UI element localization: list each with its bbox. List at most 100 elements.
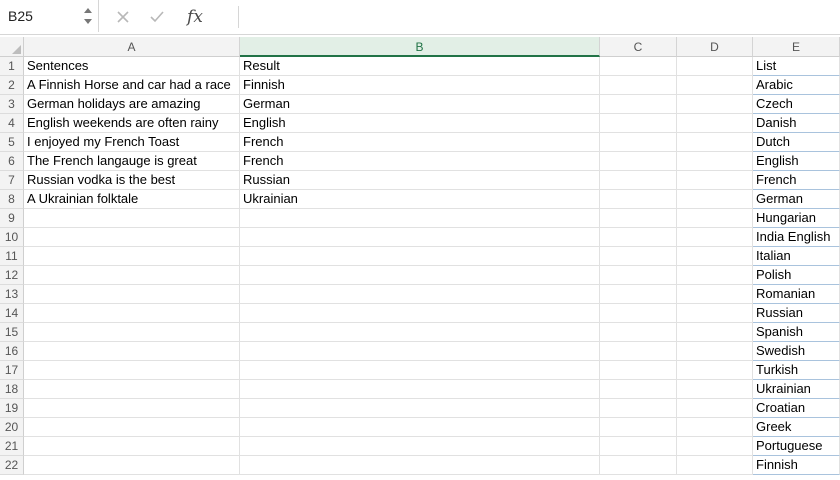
cell-b[interactable]: French — [240, 152, 600, 171]
row-header[interactable]: 15 — [0, 323, 24, 342]
cell-c[interactable] — [600, 342, 677, 361]
row-header[interactable]: 16 — [0, 342, 24, 361]
cell-e[interactable]: India English — [753, 228, 840, 247]
row-header[interactable]: 3 — [0, 95, 24, 114]
cell-b[interactable]: Ukrainian — [240, 190, 600, 209]
cell-d[interactable] — [677, 228, 753, 247]
cell-e[interactable]: Russian — [753, 304, 840, 323]
cell-d[interactable] — [677, 437, 753, 456]
check-icon[interactable] — [146, 6, 168, 28]
cell-a[interactable]: The French langauge is great — [24, 152, 240, 171]
cell-a[interactable] — [24, 323, 240, 342]
cell-d[interactable] — [677, 285, 753, 304]
cell-d[interactable] — [677, 152, 753, 171]
cell-e[interactable]: Arabic — [753, 76, 840, 95]
cell-d[interactable] — [677, 418, 753, 437]
row-header[interactable]: 12 — [0, 266, 24, 285]
row-header[interactable]: 6 — [0, 152, 24, 171]
row-header[interactable]: 17 — [0, 361, 24, 380]
row-header[interactable]: 19 — [0, 399, 24, 418]
cell-c[interactable] — [600, 228, 677, 247]
select-all-corner[interactable] — [0, 37, 24, 57]
cell-a[interactable] — [24, 304, 240, 323]
cell-b[interactable] — [240, 456, 600, 475]
cell-e[interactable]: Romanian — [753, 285, 840, 304]
cell-e[interactable]: Dutch — [753, 133, 840, 152]
cell-d[interactable] — [677, 456, 753, 475]
row-header[interactable]: 18 — [0, 380, 24, 399]
cell-b[interactable] — [240, 399, 600, 418]
cell-c[interactable] — [600, 209, 677, 228]
cell-e[interactable]: Greek — [753, 418, 840, 437]
row-header[interactable]: 22 — [0, 456, 24, 475]
row-header[interactable]: 13 — [0, 285, 24, 304]
cell-d[interactable] — [677, 57, 753, 76]
function-icon[interactable]: fx — [182, 6, 208, 28]
cell-a[interactable]: A Ukrainian folktale — [24, 190, 240, 209]
cell-e[interactable]: German — [753, 190, 840, 209]
cell-e[interactable]: Ukrainian — [753, 380, 840, 399]
cell-e[interactable]: Croatian — [753, 399, 840, 418]
cell-e[interactable]: Hungarian — [753, 209, 840, 228]
cell-d[interactable] — [677, 76, 753, 95]
cell-c[interactable] — [600, 437, 677, 456]
cell-c[interactable] — [600, 152, 677, 171]
cell-c[interactable] — [600, 247, 677, 266]
row-header[interactable]: 14 — [0, 304, 24, 323]
row-header[interactable]: 5 — [0, 133, 24, 152]
cell-d[interactable] — [677, 190, 753, 209]
cell-b[interactable] — [240, 342, 600, 361]
x-icon[interactable] — [112, 6, 134, 28]
cell-c[interactable] — [600, 114, 677, 133]
row-header[interactable]: 11 — [0, 247, 24, 266]
cell-b[interactable]: German — [240, 95, 600, 114]
cell-b[interactable] — [240, 266, 600, 285]
cell-e[interactable]: Swedish — [753, 342, 840, 361]
cell-e[interactable]: List — [753, 57, 840, 76]
cell-c[interactable] — [600, 266, 677, 285]
cell-a[interactable] — [24, 380, 240, 399]
cell-e[interactable]: Finnish — [753, 456, 840, 475]
cell-e[interactable]: Portuguese — [753, 437, 840, 456]
cell-d[interactable] — [677, 95, 753, 114]
cell-d[interactable] — [677, 133, 753, 152]
row-header[interactable]: 10 — [0, 228, 24, 247]
cell-c[interactable] — [600, 323, 677, 342]
cell-a[interactable]: Russian vodka is the best — [24, 171, 240, 190]
row-header[interactable]: 1 — [0, 57, 24, 76]
cell-a[interactable]: Sentences — [24, 57, 240, 76]
cell-c[interactable] — [600, 285, 677, 304]
name-box-stepper-icon[interactable] — [83, 5, 93, 27]
cell-b[interactable] — [240, 209, 600, 228]
cell-a[interactable]: German holidays are amazing — [24, 95, 240, 114]
cell-a[interactable] — [24, 285, 240, 304]
formula-input[interactable] — [240, 2, 838, 30]
row-header[interactable]: 2 — [0, 76, 24, 95]
row-header[interactable]: 21 — [0, 437, 24, 456]
cell-c[interactable] — [600, 399, 677, 418]
cell-b[interactable]: Finnish — [240, 76, 600, 95]
name-box[interactable]: B25 — [0, 0, 99, 32]
cell-e[interactable]: Czech — [753, 95, 840, 114]
cell-b[interactable]: Russian — [240, 171, 600, 190]
cell-e[interactable]: Italian — [753, 247, 840, 266]
cell-c[interactable] — [600, 380, 677, 399]
column-header-b[interactable]: B — [240, 37, 600, 57]
cell-b[interactable] — [240, 304, 600, 323]
cell-d[interactable] — [677, 114, 753, 133]
cell-c[interactable] — [600, 57, 677, 76]
cell-e[interactable]: Polish — [753, 266, 840, 285]
column-header-c[interactable]: C — [600, 37, 677, 57]
cell-d[interactable] — [677, 380, 753, 399]
cell-c[interactable] — [600, 456, 677, 475]
cell-d[interactable] — [677, 361, 753, 380]
cell-c[interactable] — [600, 190, 677, 209]
cell-c[interactable] — [600, 133, 677, 152]
cell-d[interactable] — [677, 323, 753, 342]
cell-e[interactable]: English — [753, 152, 840, 171]
cell-a[interactable] — [24, 418, 240, 437]
cell-c[interactable] — [600, 95, 677, 114]
cell-b[interactable]: Result — [240, 57, 600, 76]
cell-a[interactable] — [24, 437, 240, 456]
row-header[interactable]: 7 — [0, 171, 24, 190]
